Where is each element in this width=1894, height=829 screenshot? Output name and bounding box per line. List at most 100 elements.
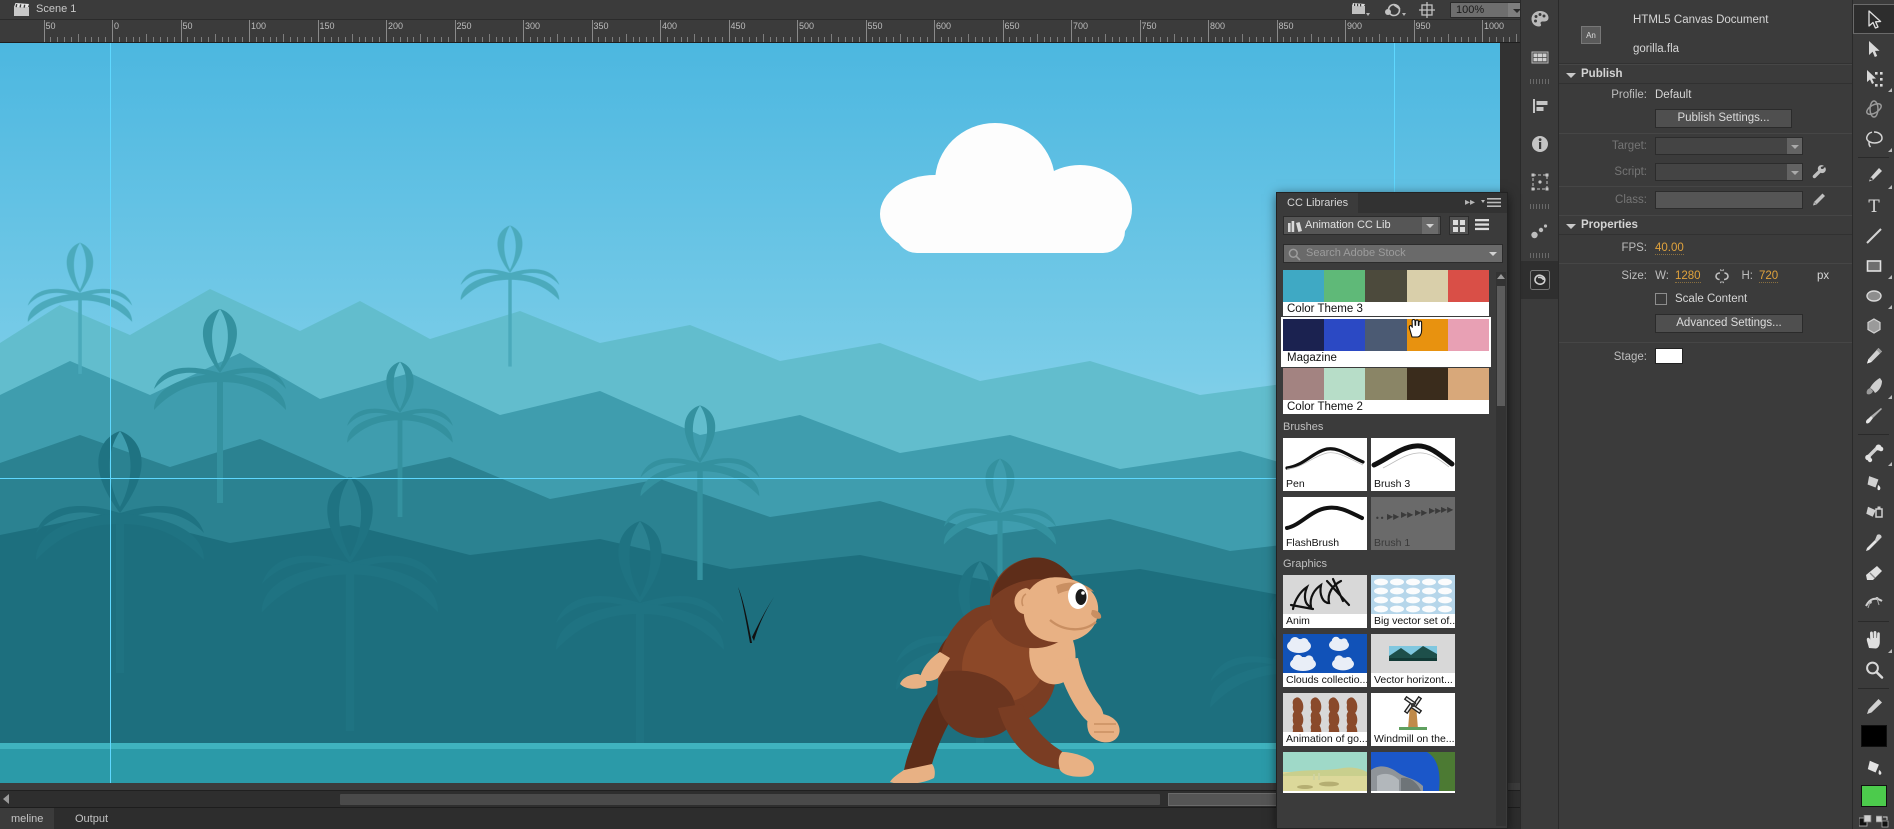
search-adobe-stock-field[interactable]: Search Adobe Stock xyxy=(1283,244,1503,263)
ink-bottle-tool[interactable] xyxy=(1853,498,1894,528)
tab-timeline[interactable]: meline xyxy=(0,808,55,829)
brush-tool[interactable] xyxy=(1853,371,1894,401)
library-item[interactable]: Animation of go... xyxy=(1283,693,1367,746)
subselection-tool[interactable] xyxy=(1853,34,1894,64)
wrench-icon[interactable] xyxy=(1811,164,1827,180)
edit-pencil-icon[interactable] xyxy=(1811,192,1827,208)
dock-group-grip[interactable] xyxy=(1530,251,1549,260)
paint-brush-tool[interactable] xyxy=(1853,401,1894,431)
stroke-color-swatch[interactable] xyxy=(1861,725,1887,747)
script-select[interactable] xyxy=(1655,163,1803,181)
list-view-icon[interactable] xyxy=(1473,216,1493,235)
fill-color-row-icon[interactable] xyxy=(1853,752,1894,782)
chevron-down-icon[interactable] xyxy=(1422,217,1438,234)
dock-cc-libraries-panel[interactable] xyxy=(1521,261,1559,299)
edit-symbols-icon[interactable] xyxy=(1383,2,1406,18)
rotation-3d-tool[interactable] xyxy=(1853,94,1894,124)
stage-color-swatch[interactable] xyxy=(1655,348,1683,364)
paint-bucket-tool[interactable] xyxy=(1853,468,1894,498)
tool-flyout-corner[interactable] xyxy=(1888,275,1892,279)
library-item[interactable]: Vector horizont... xyxy=(1371,634,1455,687)
publish-section-header[interactable]: Publish xyxy=(1559,64,1852,84)
lasso-tool[interactable] xyxy=(1853,124,1894,154)
library-item[interactable] xyxy=(1283,752,1367,793)
broken-link-icon[interactable] xyxy=(1714,268,1730,284)
dock-transform-panel[interactable] xyxy=(1521,163,1559,201)
scrollbar-thumb[interactable] xyxy=(340,794,1160,805)
publish-settings-button[interactable]: Publish Settings... xyxy=(1655,109,1792,128)
tool-flyout-corner[interactable] xyxy=(1888,185,1892,189)
swap-colors-icon[interactable] xyxy=(1876,815,1889,828)
default-colors-icon[interactable] xyxy=(1859,815,1872,828)
guide-line-horizontal[interactable] xyxy=(0,478,1500,479)
dock-info-panel[interactable] xyxy=(1521,125,1559,163)
scroll-left-arrow-icon[interactable] xyxy=(3,794,9,804)
eraser-tool[interactable] xyxy=(1853,558,1894,588)
dock-motion-presets-panel[interactable] xyxy=(1521,212,1559,250)
color-theme-item[interactable]: Magazine xyxy=(1281,317,1491,367)
stroke-color-row-icon[interactable] xyxy=(1853,692,1894,722)
library-item[interactable]: Clouds collectio... xyxy=(1283,634,1367,687)
grid-view-icon[interactable] xyxy=(1449,216,1469,235)
width-tool[interactable] xyxy=(1853,588,1894,618)
bone-tool[interactable] xyxy=(1853,438,1894,468)
dock-align-panel[interactable] xyxy=(1521,87,1559,125)
gorilla-character[interactable] xyxy=(880,548,1140,783)
oval-tool[interactable] xyxy=(1853,281,1894,311)
chevron-down-icon[interactable] xyxy=(1484,245,1501,262)
library-item[interactable]: Pen xyxy=(1283,438,1367,491)
scale-content-checkbox[interactable] xyxy=(1655,293,1667,305)
class-input[interactable] xyxy=(1655,191,1803,209)
tool-flyout-corner[interactable] xyxy=(1888,395,1892,399)
hand-tool[interactable] xyxy=(1853,625,1894,655)
fill-color-swatch[interactable] xyxy=(1861,785,1887,807)
dock-color-panel[interactable] xyxy=(1521,0,1559,38)
library-item[interactable]: Anim xyxy=(1283,575,1367,628)
zoom-level-combo[interactable]: 100% xyxy=(1450,2,1527,18)
library-selector[interactable]: Animation CC Lib xyxy=(1283,216,1441,235)
target-select[interactable] xyxy=(1655,137,1803,155)
tab-output[interactable]: Output xyxy=(64,808,119,829)
tool-flyout-corner[interactable] xyxy=(1888,88,1892,92)
eyedropper-tool[interactable] xyxy=(1853,528,1894,558)
width-value[interactable]: 1280 xyxy=(1675,270,1701,283)
dock-group-grip[interactable] xyxy=(1530,202,1549,211)
free-transform-tool[interactable] xyxy=(1853,64,1894,94)
tool-flyout-corner[interactable] xyxy=(1888,462,1892,466)
library-item[interactable]: Big vector set of... xyxy=(1371,575,1455,628)
tool-flyout-corner[interactable] xyxy=(1888,305,1892,309)
stage[interactable] xyxy=(0,43,1500,783)
cc-libraries-scrollbar[interactable] xyxy=(1496,272,1506,826)
library-item[interactable]: FlashBrush xyxy=(1283,497,1367,550)
horizontal-ruler[interactable]: 50 0 50 100 150 200 250 300 350 400 450 500 550 600 65… xyxy=(0,20,1558,43)
edit-scene-icon[interactable] xyxy=(1351,2,1373,18)
double-chevron-right-icon[interactable]: ▸▸ xyxy=(1465,197,1475,208)
library-item[interactable] xyxy=(1371,752,1455,793)
color-theme-item[interactable]: Color Theme 3 xyxy=(1283,270,1490,316)
scrollbar-thumb[interactable] xyxy=(1497,286,1505,406)
guide-line-vertical[interactable] xyxy=(110,43,111,783)
dock-group-grip[interactable] xyxy=(1530,77,1549,86)
fps-value[interactable]: 40.00 xyxy=(1655,242,1684,255)
library-item[interactable]: Brush 3 xyxy=(1371,438,1455,491)
scene-name-label[interactable]: Scene 1 xyxy=(36,3,76,15)
cc-libraries-tab[interactable]: CC Libraries xyxy=(1277,193,1359,213)
polystar-tool[interactable] xyxy=(1853,311,1894,341)
library-item[interactable]: •• ▶▶ ▶▶ ▶▶ ▶▶ ▶▶ Brush 1 xyxy=(1371,497,1455,550)
cc-libraries-content[interactable]: Color Theme 3 Magazine Color Theme 2 Bru… xyxy=(1277,270,1507,828)
tool-flyout-corner[interactable] xyxy=(1888,148,1892,152)
line-tool[interactable] xyxy=(1853,221,1894,251)
pencil-tool[interactable] xyxy=(1853,341,1894,371)
advanced-settings-button[interactable]: Advanced Settings... xyxy=(1655,314,1803,333)
dock-swatches-panel[interactable] xyxy=(1521,38,1559,76)
center-stage-icon[interactable] xyxy=(1417,2,1439,18)
library-item[interactable]: Windmill on the... xyxy=(1371,693,1455,746)
panel-menu-icon[interactable] xyxy=(1480,196,1502,209)
zoom-tool[interactable] xyxy=(1853,655,1894,685)
properties-section-header[interactable]: Properties xyxy=(1559,215,1852,235)
text-tool[interactable]: T xyxy=(1853,191,1894,221)
color-theme-item[interactable]: Color Theme 2 xyxy=(1283,368,1490,414)
scrollbar-thumb-secondary[interactable] xyxy=(1168,793,1278,806)
rectangle-tool[interactable] xyxy=(1853,251,1894,281)
pen-tool[interactable] xyxy=(1853,161,1894,191)
